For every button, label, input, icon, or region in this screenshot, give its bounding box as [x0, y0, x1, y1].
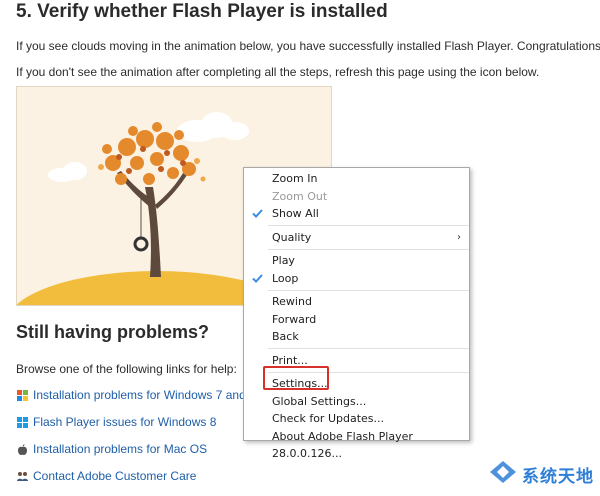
menu-separator	[268, 248, 469, 250]
people-icon	[16, 470, 29, 483]
menu-item-label: Check for Updates...	[272, 412, 385, 425]
intro-paragraph: If you see clouds moving in the animatio…	[16, 39, 600, 53]
tire-swing-icon	[133, 236, 149, 252]
link-label[interactable]: Contact Adobe Customer Care	[33, 469, 196, 483]
cloud-icon	[177, 112, 249, 142]
site-watermark: 系统天地	[488, 459, 594, 490]
link-customer-care[interactable]: Contact Adobe Customer Care	[16, 467, 196, 485]
menu-item-forward[interactable]: Forward	[244, 311, 469, 329]
menu-item-label: Rewind	[272, 295, 312, 308]
menu-item-loop[interactable]: Loop	[244, 270, 469, 288]
cloud-icon	[48, 162, 87, 182]
menu-item-label: Back	[272, 330, 299, 343]
menu-item-zoom-out: Zoom Out	[244, 188, 469, 206]
link-label[interactable]: Installation problems for Windows 7 and …	[33, 388, 255, 402]
menu-item-zoom-in[interactable]: Zoom In	[244, 170, 469, 188]
menu-item-back[interactable]: Back	[244, 328, 469, 346]
menu-separator	[268, 348, 469, 349]
apple-logo-icon	[16, 443, 29, 456]
checkmark-icon	[251, 205, 263, 223]
checkmark-icon	[251, 270, 263, 288]
watermark-logo-icon	[488, 459, 518, 490]
menu-item-play[interactable]: Play	[244, 252, 469, 270]
link-label[interactable]: Installation problems for Mac OS	[33, 442, 207, 456]
menu-item-label: Play	[272, 254, 295, 267]
menu-item-about[interactable]: About Adobe Flash Player 28.0.0.126...	[244, 428, 469, 461]
chevron-right-icon: ›	[457, 231, 461, 243]
menu-item-rewind[interactable]: Rewind	[244, 293, 469, 311]
windows-8-logo-icon	[16, 416, 29, 429]
link-windows8[interactable]: Flash Player issues for Windows 8	[16, 413, 216, 431]
menu-item-label: Global Settings...	[272, 394, 367, 408]
menu-item-quality[interactable]: Quality ›	[244, 229, 469, 247]
menu-item-label: Print...	[272, 353, 308, 367]
watermark-text: 系统天地	[522, 467, 594, 487]
menu-item-global-settings[interactable]: Global Settings...	[244, 393, 469, 411]
link-windows7[interactable]: Installation problems for Windows 7 and …	[16, 386, 255, 404]
menu-item-label: Loop	[272, 271, 299, 285]
link-mac[interactable]: Installation problems for Mac OS	[16, 440, 207, 458]
flash-context-menu: Zoom In Zoom Out Show All Quality › Play…	[243, 167, 470, 460]
menu-item-label: Zoom Out	[272, 189, 328, 203]
refresh-paragraph: If you don't see the animation after com…	[16, 65, 540, 79]
section-heading: 5. Verify whether Flash Player is instal…	[16, 1, 388, 22]
menu-separator	[268, 225, 469, 226]
link-label[interactable]: Flash Player issues for Windows 8	[33, 415, 216, 429]
menu-item-label: Show All	[272, 207, 319, 220]
menu-item-label: About Adobe Flash Player 28.0.0.126...	[272, 429, 413, 461]
menu-item-label: Quality	[272, 230, 312, 244]
help-intro: Browse one of the following links for he…	[16, 362, 237, 376]
help-heading: Still having problems?	[16, 322, 210, 342]
windows-7-flag-icon	[16, 389, 29, 402]
menu-item-label: Forward	[272, 312, 317, 326]
menu-separator	[268, 289, 469, 291]
menu-item-check-updates[interactable]: Check for Updates...	[244, 410, 469, 428]
settings-highlight-box	[263, 366, 329, 390]
menu-item-label: Zoom In	[272, 172, 318, 185]
menu-item-show-all[interactable]: Show All	[244, 205, 469, 223]
